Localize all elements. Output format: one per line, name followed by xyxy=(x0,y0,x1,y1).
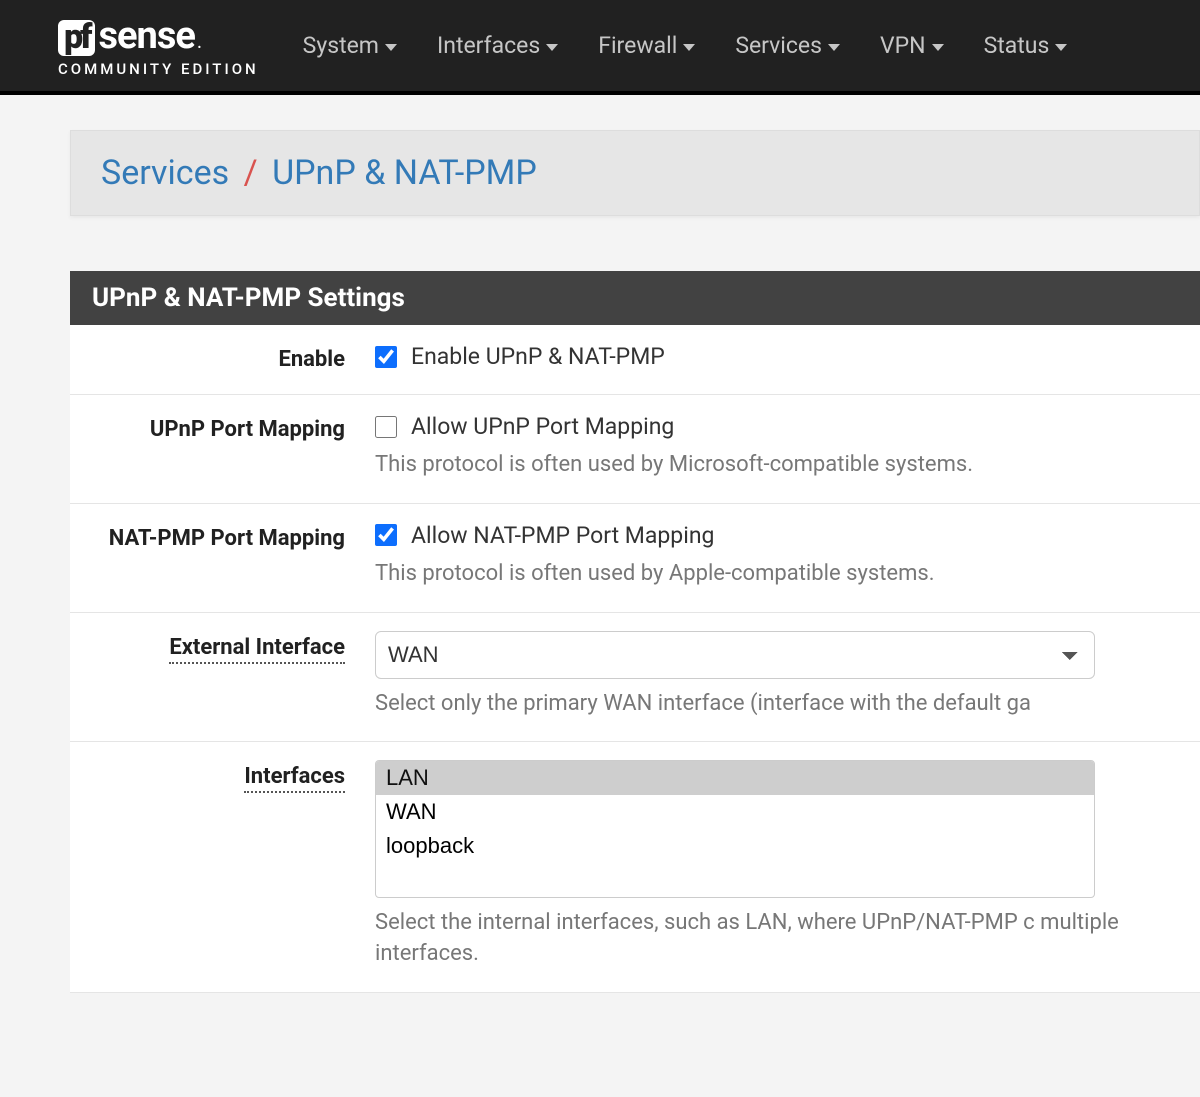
select-external-interface[interactable]: WAN xyxy=(375,631,1095,679)
checkbox-natpmp[interactable] xyxy=(375,524,397,546)
label-external-interface: External Interface xyxy=(70,631,375,720)
brand-sense-text: sense xyxy=(98,14,194,58)
field-natpmp: NAT-PMP Port Mapping Allow NAT-PMP Port … xyxy=(70,504,1200,613)
chevron-down-icon xyxy=(683,44,695,51)
panel-heading: UPnP & NAT-PMP Settings xyxy=(70,271,1200,325)
field-upnp: UPnP Port Mapping Allow UPnP Port Mappin… xyxy=(70,395,1200,504)
control-natpmp: Allow NAT-PMP Port Mapping This protocol… xyxy=(375,522,1200,590)
navbar: pf sense . COMMUNITY EDITION System Inte… xyxy=(0,0,1200,95)
field-interfaces: Interfaces LAN WAN loopback Select the i… xyxy=(70,742,1200,993)
label-natpmp: NAT-PMP Port Mapping xyxy=(70,522,375,590)
breadcrumb-root[interactable]: Services xyxy=(101,153,229,193)
select-interfaces[interactable]: LAN WAN loopback xyxy=(375,760,1095,898)
chevron-down-icon xyxy=(1055,44,1067,51)
help-upnp: This protocol is often used by Microsoft… xyxy=(375,450,1180,481)
checkbox-enable[interactable] xyxy=(375,346,397,368)
brand-logo[interactable]: pf sense . COMMUNITY EDITION xyxy=(58,14,259,78)
checkbox-upnp-row[interactable]: Allow UPnP Port Mapping xyxy=(375,413,1180,440)
nav-items: System Interfaces Firewall Services VPN … xyxy=(289,22,1082,69)
field-external-interface: External Interface WAN Select only the p… xyxy=(70,613,1200,743)
checkbox-enable-label: Enable UPnP & NAT-PMP xyxy=(411,343,665,370)
nav-label: System xyxy=(303,32,379,59)
control-external-interface: WAN Select only the primary WAN interfac… xyxy=(375,631,1200,720)
breadcrumb: Services / UPnP & NAT-PMP xyxy=(70,130,1200,216)
option-lan[interactable]: LAN xyxy=(376,761,1094,795)
nav-item-interfaces[interactable]: Interfaces xyxy=(423,22,572,69)
nav-label: Interfaces xyxy=(437,32,540,59)
control-interfaces: LAN WAN loopback Select the internal int… xyxy=(375,760,1200,970)
label-upnp: UPnP Port Mapping xyxy=(70,413,375,481)
brand-dot: . xyxy=(197,29,202,53)
page-content: Services / UPnP & NAT-PMP UPnP & NAT-PMP… xyxy=(0,95,1200,993)
chevron-down-icon xyxy=(546,44,558,51)
help-natpmp: This protocol is often used by Apple-com… xyxy=(375,559,1180,590)
nav-item-status[interactable]: Status xyxy=(970,22,1082,69)
chevron-down-icon xyxy=(932,44,944,51)
nav-item-vpn[interactable]: VPN xyxy=(866,22,958,69)
nav-label: Firewall xyxy=(598,32,677,59)
settings-panel: UPnP & NAT-PMP Settings Enable Enable UP… xyxy=(70,271,1200,993)
label-interfaces: Interfaces xyxy=(70,760,375,970)
checkbox-upnp[interactable] xyxy=(375,416,397,438)
chevron-down-icon xyxy=(385,44,397,51)
nav-label: VPN xyxy=(880,32,926,59)
breadcrumb-sep: / xyxy=(244,153,258,193)
help-external-interface: Select only the primary WAN interface (i… xyxy=(375,689,1180,720)
nav-item-system[interactable]: System xyxy=(289,22,411,69)
checkbox-natpmp-label: Allow NAT-PMP Port Mapping xyxy=(411,522,714,549)
field-enable: Enable Enable UPnP & NAT-PMP xyxy=(70,325,1200,395)
brand-subtitle: COMMUNITY EDITION xyxy=(58,60,259,78)
brand-pf-badge: pf xyxy=(58,20,95,56)
nav-label: Status xyxy=(984,32,1050,59)
breadcrumb-page[interactable]: UPnP & NAT-PMP xyxy=(272,153,537,193)
nav-item-firewall[interactable]: Firewall xyxy=(584,22,709,69)
control-enable: Enable UPnP & NAT-PMP xyxy=(375,343,1200,372)
chevron-down-icon xyxy=(828,44,840,51)
nav-item-services[interactable]: Services xyxy=(721,22,854,69)
option-wan[interactable]: WAN xyxy=(376,795,1094,829)
checkbox-natpmp-row[interactable]: Allow NAT-PMP Port Mapping xyxy=(375,522,1180,549)
option-loopback[interactable]: loopback xyxy=(376,829,1094,863)
checkbox-enable-row[interactable]: Enable UPnP & NAT-PMP xyxy=(375,343,1180,370)
checkbox-upnp-label: Allow UPnP Port Mapping xyxy=(411,413,674,440)
help-interfaces: Select the internal interfaces, such as … xyxy=(375,908,1180,970)
control-upnp: Allow UPnP Port Mapping This protocol is… xyxy=(375,413,1200,481)
nav-label: Services xyxy=(735,32,822,59)
label-enable: Enable xyxy=(70,343,375,372)
